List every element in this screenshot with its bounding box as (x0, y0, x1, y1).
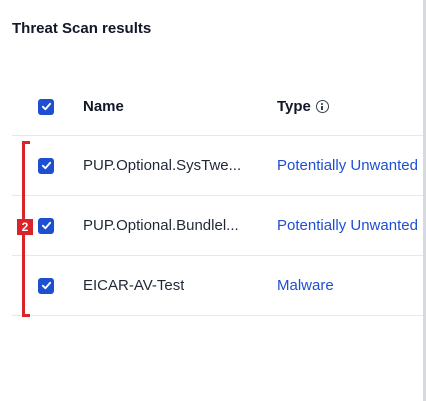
threat-name: PUP.Optional.Bundlel... (83, 217, 239, 234)
threat-name: EICAR-AV-Test (83, 277, 185, 294)
table-header-row: Name Type (12, 78, 423, 136)
checkmark-icon (41, 281, 51, 290)
table-row[interactable]: PUP.Optional.SysTwe... Potentially Unwan… (12, 136, 423, 196)
checkmark-icon (41, 102, 51, 111)
table-row[interactable]: EICAR-AV-Test Malware (12, 256, 423, 316)
threat-type-link[interactable]: Potentially Unwanted Program (277, 157, 423, 174)
column-header-type-label: Type (277, 98, 311, 115)
checkmark-icon (41, 161, 51, 170)
threat-type-link[interactable]: Potentially Unwanted Program (277, 217, 423, 234)
row-checkbox[interactable] (38, 277, 54, 294)
column-header-name[interactable]: Name (83, 98, 124, 115)
annotation-badge: 2 (17, 219, 33, 235)
checkmark-icon (41, 221, 51, 230)
row-checkbox[interactable] (38, 217, 54, 234)
threat-results-table: Name Type PUP.Optional.SysTwe... Potenti… (12, 78, 423, 316)
threat-type-link[interactable]: Malware (277, 277, 423, 294)
column-header-type[interactable]: Type (277, 98, 423, 115)
threat-name: PUP.Optional.SysTwe... (83, 157, 242, 174)
page-title: Threat Scan results (12, 20, 152, 37)
select-all-checkbox[interactable] (38, 98, 54, 115)
info-icon[interactable] (315, 100, 329, 113)
table-row[interactable]: PUP.Optional.Bundlel... Potentially Unwa… (12, 196, 423, 256)
row-checkbox[interactable] (38, 157, 54, 174)
